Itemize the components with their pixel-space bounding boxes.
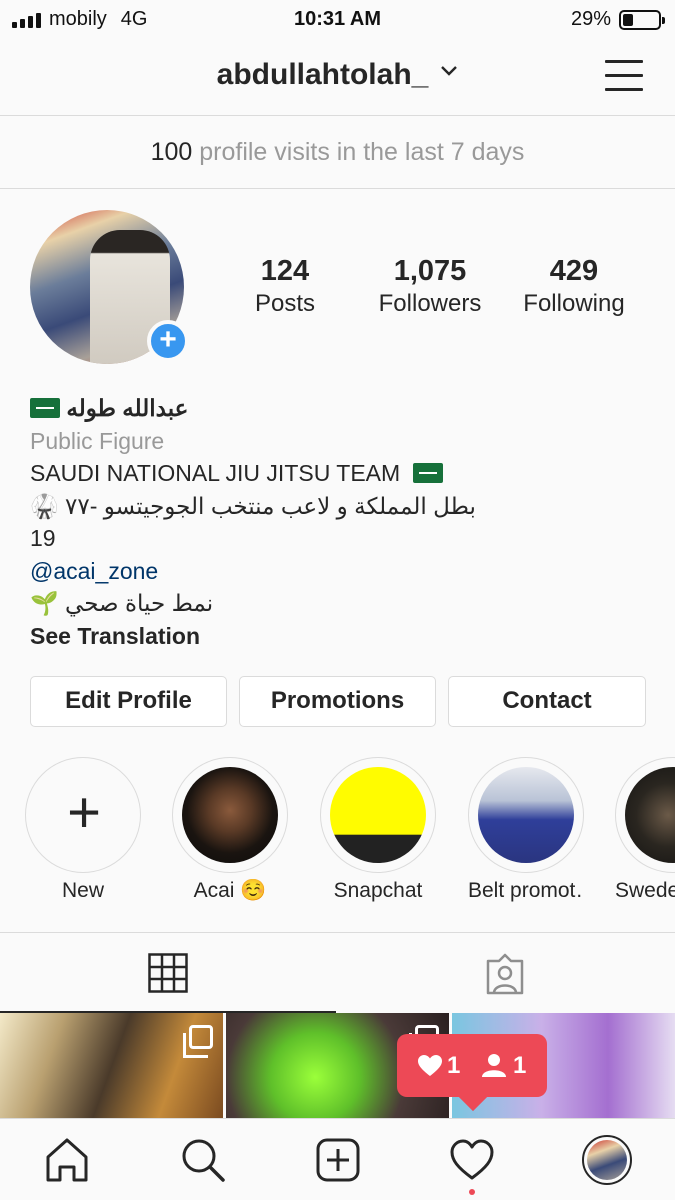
- visits-text: profile visits in the last 7 days: [199, 138, 525, 166]
- bio-arabic-text: بطل المملكة و لاعب منتخب الجوجيتسو -٧٧: [65, 492, 476, 519]
- seedling-icon: 🌱: [30, 590, 59, 616]
- display-name-line: عبدالله طوله: [30, 392, 650, 425]
- multiple-photos-icon: [183, 1025, 213, 1058]
- category: Public Figure: [30, 427, 165, 454]
- bio-line-2: 🥋 بطل المملكة و لاعب منتخب الجوجيتسو -٧٧: [30, 490, 650, 523]
- following-count: 429: [549, 255, 599, 287]
- home-icon[interactable]: [44, 1137, 90, 1183]
- highlight-label: Swede: [615, 879, 675, 902]
- saudi-flag-icon: [412, 463, 443, 483]
- bio-team-text: SAUDI NATIONAL JIU JITSU TEAM: [30, 460, 401, 486]
- profile-avatar[interactable]: [582, 1135, 632, 1185]
- highlight-snapchat[interactable]: Snapchat: [320, 757, 436, 903]
- profile-header: abdullahtolah_: [0, 38, 675, 116]
- add-story-icon[interactable]: +: [147, 320, 189, 362]
- highlight-acai[interactable]: Acai ☺️: [172, 757, 288, 903]
- menu-icon[interactable]: [605, 58, 643, 92]
- plus-icon: +: [67, 780, 101, 845]
- following-label: Following: [523, 290, 625, 317]
- username-switcher[interactable]: abdullahtolah_: [0, 58, 675, 92]
- profile-visits-banner[interactable]: 100 profile visits in the last 7 days: [0, 116, 675, 189]
- status-bar: mobily 4G 10:31 AM 29%: [0, 0, 675, 38]
- likes-count: 1: [447, 1052, 461, 1079]
- grid-icon: [148, 953, 188, 993]
- see-translation-link[interactable]: See Translation: [30, 620, 650, 653]
- bio: عبدالله طوله Public Figure SAUDI NATIONA…: [30, 392, 650, 652]
- promotions-button[interactable]: Promotions: [239, 676, 436, 727]
- tab-tagged[interactable]: [337, 933, 675, 1013]
- followers-label: Followers: [378, 290, 482, 317]
- highlight-label: Snapchat: [333, 879, 423, 902]
- posts-stat[interactable]: 124 Posts: [230, 255, 340, 318]
- bio-line-1: SAUDI NATIONAL JIU JITSU TEAM: [30, 457, 650, 490]
- karate-uniform-icon: 🥋: [30, 492, 59, 519]
- battery-percent: 29%: [570, 8, 611, 30]
- highlight-new[interactable]: + New: [25, 757, 141, 903]
- highlight-belt-promotion[interactable]: Belt promot…: [468, 757, 584, 903]
- tab-grid[interactable]: [0, 933, 336, 1013]
- activity-dot: [469, 1189, 475, 1195]
- search-icon[interactable]: [180, 1137, 226, 1183]
- tagged-icon: [486, 953, 524, 995]
- bio-line-5: 🌱 نمط حياة صحي: [30, 587, 650, 620]
- edit-profile-button[interactable]: Edit Profile: [30, 676, 227, 727]
- contact-button[interactable]: Contact: [448, 676, 646, 727]
- posts-count: 124: [260, 255, 310, 287]
- followers-stat[interactable]: 1,075 Followers: [365, 255, 495, 318]
- bio-lifestyle-text: نمط حياة صحي: [65, 590, 214, 616]
- bottom-nav: [0, 1118, 675, 1200]
- follows-count: 1: [513, 1052, 527, 1079]
- activity-notification-bubble[interactable]: 1 1: [397, 1034, 547, 1097]
- following-stat[interactable]: 429 Following: [510, 255, 638, 318]
- display-name: عبدالله طوله: [66, 395, 189, 421]
- chevron-down-icon: [441, 66, 458, 76]
- followers-count: 1,075: [393, 255, 467, 287]
- add-post-icon[interactable]: [315, 1137, 361, 1183]
- saudi-flag-icon: [30, 398, 60, 418]
- username: abdullahtolah_: [216, 58, 429, 91]
- post-thumbnail[interactable]: [0, 1013, 223, 1120]
- mention-link[interactable]: @acai_zone: [30, 555, 650, 588]
- heart-icon: [418, 1055, 442, 1076]
- posts-label: Posts: [254, 290, 316, 317]
- highlight-label: New: [61, 879, 104, 902]
- bio-line-3: 19: [30, 525, 56, 551]
- visits-count: 100: [150, 138, 193, 166]
- heart-icon[interactable]: [449, 1137, 495, 1183]
- highlight-label: Acai ☺️: [193, 879, 267, 902]
- posts-grid: [0, 1013, 675, 1120]
- highlight-label: Belt promot…: [468, 879, 584, 902]
- profile-tabs: [0, 932, 675, 1013]
- follower-icon: [482, 1054, 506, 1077]
- highlight-sweden[interactable]: Swede: [615, 757, 675, 903]
- battery-icon: [619, 9, 665, 30]
